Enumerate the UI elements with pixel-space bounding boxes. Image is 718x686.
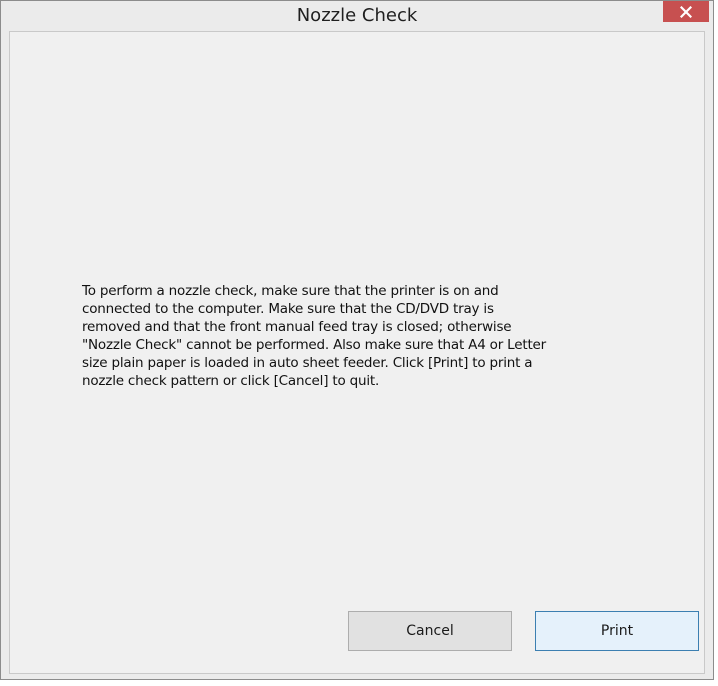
page: Nozzle Check To perform a nozzle check, …: [0, 0, 718, 686]
dialog-content: To perform a nozzle check, make sure tha…: [9, 31, 705, 674]
instruction-text: To perform a nozzle check, make sure tha…: [82, 283, 547, 389]
window-title: Nozzle Check: [296, 5, 418, 26]
print-button[interactable]: Print: [535, 611, 699, 651]
close-button[interactable]: [663, 1, 709, 22]
cancel-button[interactable]: Cancel: [348, 611, 512, 651]
close-icon: [680, 5, 692, 18]
nozzle-check-dialog: Nozzle Check To perform a nozzle check, …: [0, 0, 714, 680]
title-bar: Nozzle Check: [1, 1, 713, 31]
